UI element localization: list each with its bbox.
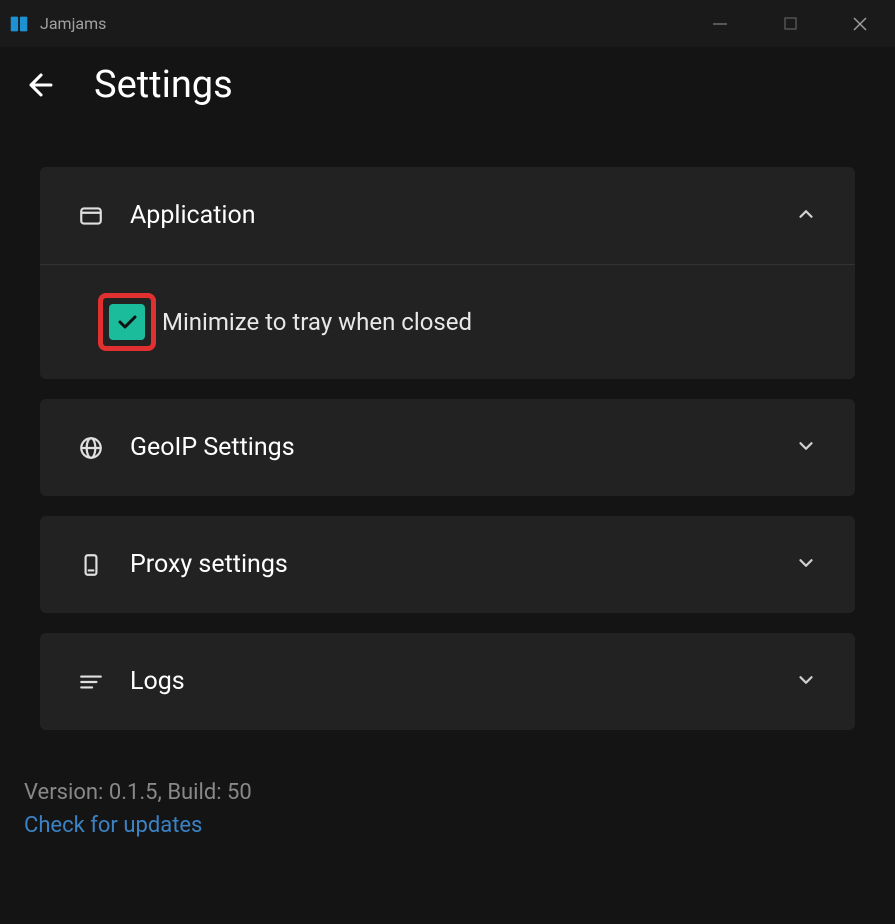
list-icon — [78, 669, 104, 695]
app-title: Jamjams — [40, 14, 106, 33]
minimize-to-tray-label: Minimize to tray when closed — [162, 308, 472, 336]
panel-header-application[interactable]: Application — [40, 167, 855, 264]
panel-proxy: Proxy settings — [40, 516, 855, 613]
close-window-button[interactable] — [825, 0, 895, 47]
check-updates-link[interactable]: Check for updates — [24, 813, 871, 838]
panel-title-logs: Logs — [130, 667, 185, 696]
device-icon — [78, 552, 104, 578]
titlebar-left: Jamjams — [8, 13, 106, 35]
highlight-annotation — [98, 293, 156, 351]
footer: Version: 0.1.5, Build: 50 Check for upda… — [0, 750, 895, 838]
page-title: Settings — [94, 63, 233, 107]
back-button[interactable] — [24, 68, 58, 102]
chevron-up-icon — [795, 203, 817, 229]
app-logo-icon — [8, 13, 30, 35]
chevron-down-icon — [795, 552, 817, 578]
version-text: Version: 0.1.5, Build: 50 — [24, 780, 871, 805]
minimize-to-tray-row: Minimize to tray when closed — [98, 293, 472, 351]
panel-title-geoip: GeoIP Settings — [130, 433, 295, 462]
panel-logs: Logs — [40, 633, 855, 730]
panel-header-proxy[interactable]: Proxy settings — [40, 516, 855, 613]
panel-geoip: GeoIP Settings — [40, 399, 855, 496]
panel-application: Application Minimize to tray when closed — [40, 167, 855, 379]
panel-title-application: Application — [130, 201, 256, 230]
panel-header-logs[interactable]: Logs — [40, 633, 855, 730]
panel-header-geoip[interactable]: GeoIP Settings — [40, 399, 855, 496]
panel-title-proxy: Proxy settings — [130, 550, 288, 579]
minimize-to-tray-checkbox[interactable] — [109, 304, 145, 340]
window-icon — [78, 203, 104, 229]
maximize-window-button[interactable] — [755, 0, 825, 47]
page-header: Settings — [0, 47, 895, 137]
window-controls — [685, 0, 895, 47]
chevron-down-icon — [795, 435, 817, 461]
minimize-window-button[interactable] — [685, 0, 755, 47]
titlebar: Jamjams — [0, 0, 895, 47]
globe-icon — [78, 435, 104, 461]
panel-body-application: Minimize to tray when closed — [40, 264, 855, 379]
chevron-down-icon — [795, 669, 817, 695]
settings-content: Application Minimize to tray when closed — [0, 137, 895, 730]
